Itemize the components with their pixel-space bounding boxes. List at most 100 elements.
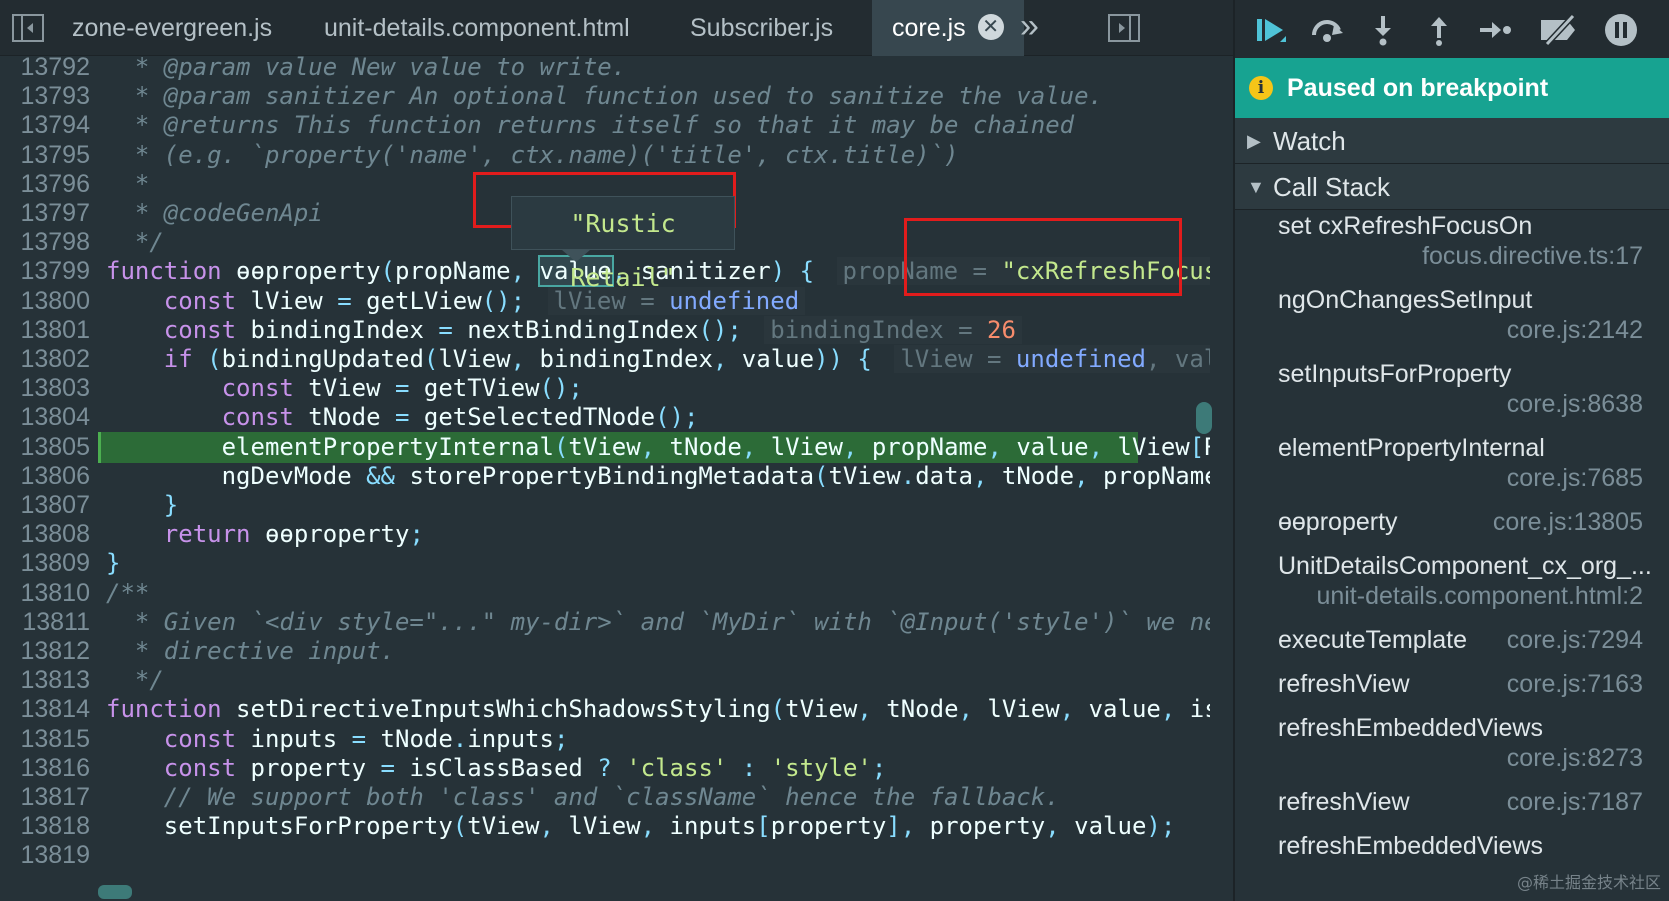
line-number[interactable]: 13793 [0, 81, 90, 112]
code-line[interactable]: 13808 return ɵɵproperty; [0, 519, 1210, 550]
frame-location: focus.directive.ts:17 [1422, 242, 1643, 270]
call-stack-frame[interactable]: set cxRefreshFocusOn focus.directive.ts:1… [1235, 212, 1669, 286]
tab-subscriber[interactable]: Subscriber.js [684, 0, 839, 56]
caret-down-icon: ▼ [1247, 177, 1265, 197]
code-line[interactable]: 13795 * (e.g. `property('name', ctx.name… [0, 140, 1210, 171]
call-stack-frame[interactable]: UnitDetailsComponent_cx_org_... unit-deta… [1235, 552, 1669, 626]
frame-location: core.js:7294 [1506, 626, 1643, 654]
line-number[interactable]: 13805 [0, 432, 90, 463]
line-number[interactable]: 13810 [0, 578, 90, 609]
step-into-icon[interactable] [1363, 10, 1403, 50]
call-stack-frame[interactable]: ɵɵproperty core.js:13805 [1235, 508, 1669, 552]
frame-location: core.js:8273 [1506, 744, 1643, 772]
code-line[interactable]: 13804 const tNode = getSelectedTNode(); [0, 402, 1210, 433]
step-over-icon[interactable] [1307, 10, 1347, 50]
call-stack-frame[interactable]: elementPropertyInternal core.js:7685 [1235, 434, 1669, 508]
code-text: } [163, 491, 179, 519]
call-stack-frame[interactable]: refreshView core.js:7163 [1235, 670, 1669, 714]
code-line[interactable]: 13817 // We support both 'class' and `cl… [0, 782, 1210, 813]
line-number[interactable]: 13812 [0, 636, 90, 667]
tab-unit-details-component[interactable]: unit-details.component.html [318, 0, 636, 56]
code-line[interactable]: 13792 * @param value New value to write. [0, 56, 1210, 83]
line-number[interactable]: 13802 [0, 344, 90, 375]
code-line[interactable]: 13811 * Given `<div style="..." my-dir>`… [0, 607, 1210, 638]
breakpoint-marker[interactable] [98, 431, 101, 463]
toggle-debugger-icon[interactable] [1106, 12, 1142, 44]
line-number[interactable]: 13803 [0, 373, 90, 404]
code-line[interactable]: 13806 ngDevMode && storePropertyBindingM… [0, 461, 1210, 492]
more-tabs-icon[interactable]: » [1020, 0, 1039, 56]
line-number[interactable]: 13815 [0, 724, 90, 755]
call-stack-section-header[interactable]: ▼ Call Stack [1235, 164, 1669, 210]
code-line[interactable]: 13819 [0, 840, 1210, 871]
vertical-scrollbar-thumb[interactable] [1196, 402, 1212, 434]
toggle-sidebar-icon[interactable] [10, 12, 46, 44]
line-number[interactable]: 13792 [0, 56, 90, 83]
line-number[interactable]: 13804 [0, 402, 90, 433]
code-line[interactable]: 13807 } [0, 490, 1210, 521]
resume-icon[interactable] [1251, 10, 1291, 50]
code-text: * [106, 169, 150, 198]
line-number[interactable]: 13801 [0, 315, 90, 346]
code-text: const tView = getTView(); [221, 374, 583, 403]
code-line[interactable]: 13810 /** [0, 578, 1210, 609]
code-line[interactable]: 13809} [0, 548, 1210, 579]
step-icon[interactable] [1475, 10, 1515, 50]
line-number[interactable]: 13798 [0, 227, 90, 258]
frame-function-name: ɵɵproperty [1278, 508, 1398, 536]
code-line[interactable]: 13801 const bindingIndex = nextBindingIn… [0, 315, 1210, 346]
deactivate-breakpoints-icon[interactable] [1539, 10, 1579, 50]
code-text: const inputs = tNode.inputs; [163, 724, 569, 753]
watch-section-header[interactable]: ▶ Watch [1235, 118, 1669, 164]
pause-on-exceptions-icon[interactable] [1601, 10, 1641, 50]
line-number[interactable]: 13794 [0, 110, 90, 141]
call-stack-frame[interactable]: ngOnChangesSetInput core.js:2142 [1235, 286, 1669, 360]
tooltip-arrow [562, 250, 590, 262]
code-line[interactable]: 13813 */ [0, 665, 1210, 696]
code-line[interactable]: 13802 if (bindingUpdated(lView, bindingI… [0, 344, 1210, 375]
line-number[interactable]: 13818 [0, 811, 90, 842]
line-number[interactable]: 13806 [0, 461, 90, 492]
line-number[interactable]: 13799 [0, 256, 90, 287]
line-number[interactable]: 13808 [0, 519, 90, 550]
code-line[interactable]: 13812 * directive input. [0, 636, 1210, 667]
code-line[interactable]: 13814 function setDirectiveInputsWhichSha… [0, 694, 1210, 725]
call-stack-frame[interactable]: executeTemplate core.js:7294 [1235, 626, 1669, 670]
debugger-panel: i Paused on breakpoint ▶ Watch ▼ Call St… [1233, 0, 1669, 901]
code-line[interactable]: 13794 * @returns This function returns i… [0, 110, 1210, 141]
call-stack-frame[interactable]: refreshEmbeddedViews core.js:8273 [1235, 714, 1669, 788]
code-text: function setDirectiveInputsWhichShadowsS… [106, 695, 1210, 724]
line-number[interactable]: 13807 [0, 490, 90, 521]
line-number[interactable]: 13811 [0, 607, 90, 638]
line-number[interactable]: 13809 [0, 548, 90, 579]
line-number[interactable]: 13800 [0, 286, 90, 317]
code-line[interactable]: 13793 * @param sanitizer An optional fun… [0, 81, 1210, 112]
horizontal-scrollbar-thumb[interactable] [98, 885, 132, 899]
call-stack-frame[interactable]: setInputsForProperty core.js:8638 [1235, 360, 1669, 434]
line-number[interactable]: 13814 [0, 694, 90, 725]
call-stack-frame[interactable]: refreshView core.js:7187 [1235, 788, 1669, 832]
frame-function-name: UnitDetailsComponent_cx_org_... [1278, 552, 1652, 580]
code-line[interactable]: 13803 const tView = getTView(); [0, 373, 1210, 404]
frame-location: core.js:7163 [1506, 670, 1643, 698]
tab-core-js[interactable]: core.js ✕ [872, 0, 1024, 56]
line-number[interactable]: 13813 [0, 665, 90, 696]
line-number[interactable]: 13817 [0, 782, 90, 813]
frame-function-name: executeTemplate [1278, 626, 1468, 654]
step-out-icon[interactable] [1419, 10, 1459, 50]
code-line[interactable]: 13805 elementPropertyInternal(tView, tNo… [0, 431, 1210, 463]
line-number[interactable]: 13796 [0, 169, 90, 200]
code-line[interactable]: 13815 const inputs = tNode.inputs; [0, 724, 1210, 755]
line-number[interactable]: 13816 [0, 753, 90, 784]
editor-tab-bar: zone-evergreen.js unit-details.component… [0, 0, 1233, 56]
caret-right-icon: ▶ [1247, 131, 1261, 151]
code-line[interactable]: 13816 const property = isClassBased ? 'c… [0, 753, 1210, 784]
code-line[interactable]: 13818 setInputsForProperty(tView, lView,… [0, 811, 1210, 842]
close-tab-icon[interactable]: ✕ [977, 14, 1004, 40]
line-number[interactable]: 13795 [0, 140, 90, 171]
tab-zone-evergreen[interactable]: zone-evergreen.js [66, 0, 278, 56]
line-number[interactable]: 13797 [0, 198, 90, 229]
watermark: @稀土掘金技术社区 [1516, 873, 1661, 892]
code-text: */ [106, 228, 164, 257]
line-number[interactable]: 13819 [0, 840, 90, 871]
